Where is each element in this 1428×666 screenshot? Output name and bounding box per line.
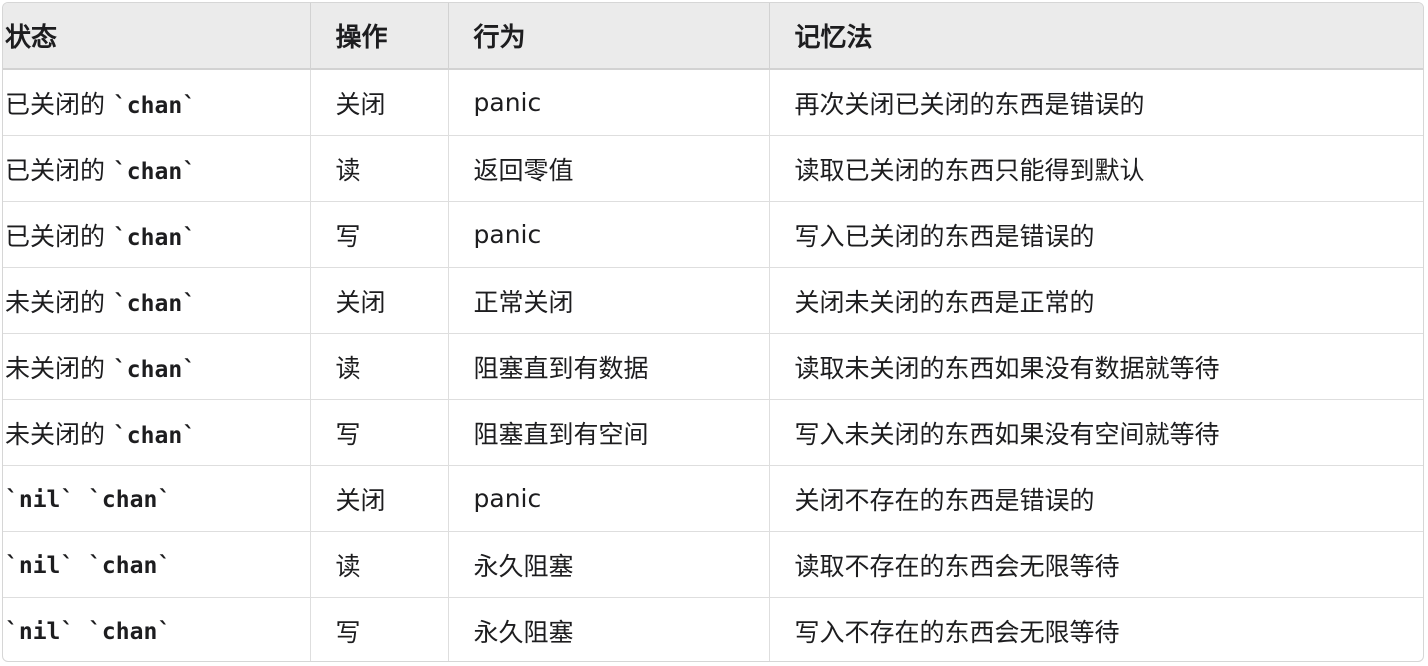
cell-behavior: 阻塞直到有空间	[448, 399, 770, 466]
cell-state: `nil` `chan`	[3, 465, 311, 532]
cell-behavior: 永久阻塞	[448, 531, 770, 598]
header-operation: 操作	[310, 3, 449, 70]
table-header: 状态 操作 行为 记忆法	[3, 3, 1423, 70]
cell-state: 未关闭的 `chan`	[3, 333, 311, 400]
cell-mnemonic: 写入已关闭的东西是错误的	[769, 201, 1423, 268]
cell-operation: 读	[310, 333, 449, 400]
state-code: `nil` `chan`	[5, 487, 172, 513]
cell-mnemonic: 再次关闭已关闭的东西是错误的	[794, 89, 1145, 119]
cell-operation: 关闭	[310, 465, 449, 532]
cell-operation: 写	[310, 597, 449, 661]
cell-behavior: 永久阻塞	[448, 597, 770, 661]
table-row: `nil` `chan` 关闭 panic 关闭不存在的东西是错误的	[3, 465, 1423, 532]
cell-mnemonic: 写入不存在的东西会无限等待	[769, 597, 1423, 661]
cell-state: 已关闭的 `chan`	[3, 69, 311, 136]
cell-state: 未关闭的 `chan`	[3, 267, 311, 334]
cell-mnemonic: 关闭不存在的东西是错误的	[769, 465, 1423, 532]
table-row: 未关闭的 `chan` 关闭 正常关闭 关闭未关闭的东西是正常的	[3, 267, 1423, 334]
table-row: 未关闭的 `chan` 读 阻塞直到有数据 读取未关闭的东西如果没有数据就等待	[3, 333, 1423, 400]
cell-mnemonic: 读取不存在的东西会无限等待	[769, 531, 1423, 598]
cell-behavior: 正常关闭	[448, 267, 770, 334]
header-behavior: 行为	[448, 3, 770, 70]
state-code: `chan`	[112, 422, 197, 449]
cell-operation: 关闭	[310, 69, 449, 136]
state-code: `chan`	[112, 158, 197, 185]
cell-behavior: 阻塞直到有数据	[448, 333, 770, 400]
cell-state: 未关闭的 `chan`	[3, 399, 311, 466]
state-prefix: 未关闭的	[5, 419, 113, 449]
state-prefix: 未关闭的	[5, 353, 113, 383]
cell-state: `nil` `chan`	[3, 597, 311, 661]
header-mnemonic: 记忆法	[769, 3, 1423, 70]
cell-operation: 写	[310, 201, 449, 268]
cell-state: 已关闭的 `chan`	[3, 135, 311, 202]
header-state: 状态	[3, 3, 311, 70]
state-code: `chan`	[112, 356, 197, 383]
state-code: `chan`	[112, 92, 197, 119]
state-code: `chan`	[112, 224, 197, 251]
header-row: 状态 操作 行为 记忆法	[3, 3, 1423, 70]
cell-mnemonic: 写入未关闭的东西如果没有空间就等待	[769, 399, 1423, 466]
cell-mnemonic: 关闭未关闭的东西是正常的	[769, 267, 1423, 334]
cell-state: `nil` `chan`	[3, 531, 311, 598]
cell-behavior: panic	[448, 465, 770, 532]
table-row: 已关闭的 `chan` 读 返回零值 读取已关闭的东西只能得到默认	[3, 135, 1423, 202]
table-body: 已关闭的 `chan` 关闭 panic 再次关闭已关闭的东西是错误的 已关闭的…	[3, 69, 1423, 661]
cell-operation: 读	[310, 531, 449, 598]
cell-behavior: 返回零值	[448, 135, 770, 202]
cell-operation: 写	[310, 399, 449, 466]
channel-behavior-table: 状态 操作 行为 记忆法 已关闭的 `chan` 关闭 panic 再次关闭已关…	[3, 3, 1423, 661]
cell-mnemonic: 读取已关闭的东西只能得到默认	[769, 135, 1423, 202]
table-row: 已关闭的 `chan` 写 panic 写入已关闭的东西是错误的	[3, 201, 1423, 268]
state-code: `nil` `chan`	[5, 553, 172, 579]
table-row: 未关闭的 `chan` 写 阻塞直到有空间 写入未关闭的东西如果没有空间就等待	[3, 399, 1423, 466]
state-code: `chan`	[112, 290, 197, 317]
table-row: `nil` `chan` 写 永久阻塞 写入不存在的东西会无限等待	[3, 597, 1423, 661]
state-prefix: 已关闭的	[5, 155, 113, 185]
cell-operation: 读	[310, 135, 449, 202]
state-prefix: 已关闭的	[5, 221, 113, 251]
cell-operation: 关闭	[310, 267, 449, 334]
state-prefix: 已关闭的	[5, 89, 113, 119]
cell-behavior: panic	[448, 69, 770, 136]
cell-mnemonic: 读取未关闭的东西如果没有数据就等待	[769, 333, 1423, 400]
table-row: 已关闭的 `chan` 关闭 panic 再次关闭已关闭的东西是错误的	[3, 69, 1423, 136]
cell-behavior: panic	[448, 201, 770, 268]
table-row: `nil` `chan` 读 永久阻塞 读取不存在的东西会无限等待	[3, 531, 1423, 598]
cell-state: 已关闭的 `chan`	[3, 201, 311, 268]
state-prefix: 未关闭的	[5, 287, 113, 317]
channel-behavior-table-container: 状态 操作 行为 记忆法 已关闭的 `chan` 关闭 panic 再次关闭已关…	[2, 2, 1424, 662]
state-code: `nil` `chan`	[5, 619, 172, 645]
